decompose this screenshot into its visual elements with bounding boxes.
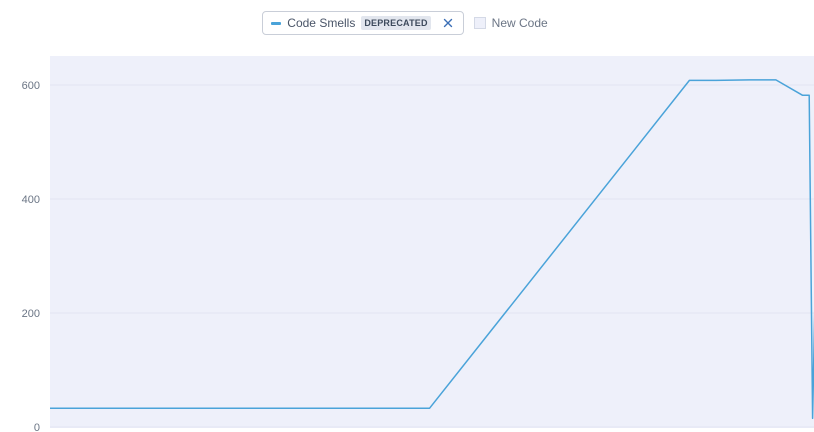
- y-axis-ticks: 0 200 400 600: [22, 80, 40, 432]
- line-chart: 0 200 400 600: [22, 56, 814, 432]
- y-tick-label: 400: [22, 194, 40, 206]
- plot-area: [50, 56, 814, 428]
- y-tick-label: 0: [34, 422, 40, 432]
- y-tick-label: 600: [22, 80, 40, 92]
- y-tick-label: 200: [22, 308, 40, 320]
- measures-history-chart: Code Smells DEPRECATED New Code 0 200 400 6…: [0, 0, 814, 432]
